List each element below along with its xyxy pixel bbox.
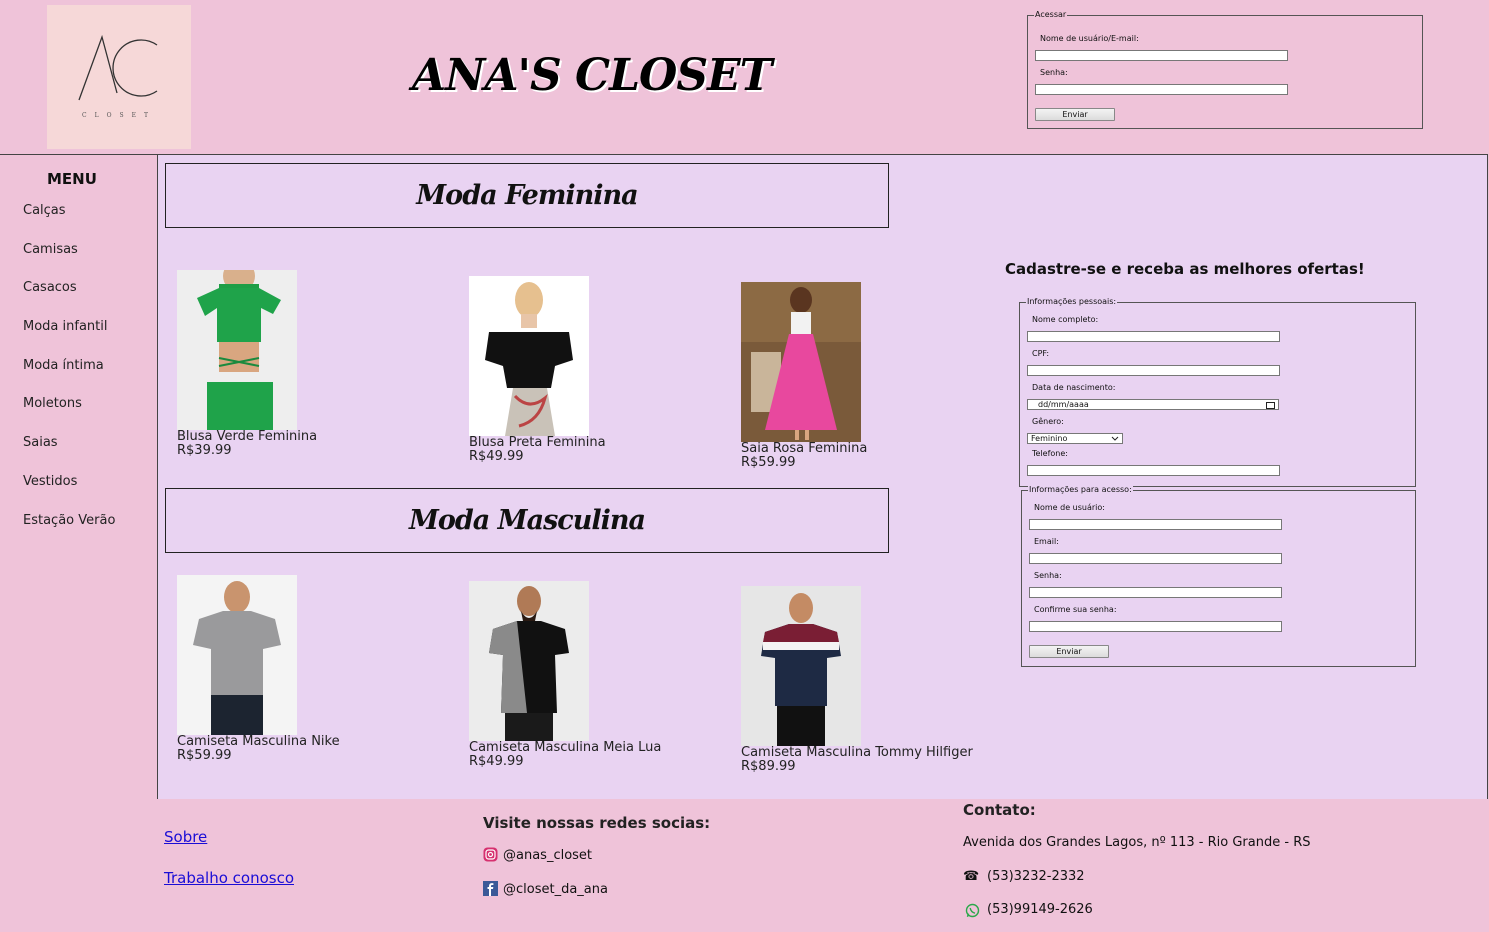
menu-item-moletons[interactable]: Moletons	[23, 396, 82, 411]
product-price: R$39.99	[177, 443, 232, 458]
login-username-input[interactable]	[1035, 50, 1288, 61]
gender-select[interactable]: Feminino	[1027, 433, 1123, 444]
main-content: MENU Calças Camisas Casacos Moda infanti…	[0, 154, 1488, 800]
cpf-label: CPF:	[1032, 349, 1050, 358]
menu-item-saias[interactable]: Saias	[23, 435, 58, 450]
logo: CLOSET	[47, 5, 191, 149]
product-card[interactable]: Blusa Verde Feminina R$39.99	[177, 270, 317, 458]
menu-item-moda-infantil[interactable]: Moda infantil	[23, 319, 107, 334]
product-card[interactable]: Blusa Preta Feminina R$49.99	[469, 276, 606, 464]
product-photo-pink-skirt[interactable]	[741, 282, 861, 442]
phone-label: Telefone:	[1032, 449, 1068, 458]
menu-title: MENU	[47, 170, 97, 188]
login-legend: Acessar	[1034, 10, 1068, 19]
contact-whatsapp: (53)99149-2626	[987, 902, 1093, 917]
phone-icon: ☎	[963, 869, 980, 884]
section-female: Moda Feminina	[165, 163, 889, 228]
about-link[interactable]: Sobre	[164, 828, 207, 846]
login-username-label: Nome de usuário/E-mail:	[1040, 34, 1139, 43]
signup-email-input[interactable]	[1029, 553, 1282, 564]
work-with-us-link[interactable]: Trabalho conosco	[164, 869, 294, 887]
product-photo-green-top[interactable]	[177, 270, 297, 430]
product-price: R$49.99	[469, 754, 524, 769]
facebook-handle[interactable]: @closet_da_ana	[503, 882, 608, 897]
gender-select-value: Feminino	[1031, 434, 1068, 443]
chevron-down-icon	[1111, 436, 1119, 441]
section-male: Moda Masculina	[165, 488, 889, 553]
contact-address: Avenida dos Grandes Lagos, nº 113 - Rio …	[963, 835, 1311, 850]
product-photo-half-moon-tshirt[interactable]	[469, 581, 589, 741]
signup-confirm-label: Confirme sua senha:	[1034, 605, 1117, 614]
product-name: Saia Rosa Feminina	[741, 441, 868, 456]
section-male-title: Moda Masculina	[409, 505, 646, 536]
login-password-label: Senha:	[1040, 68, 1068, 77]
gender-label: Gênero:	[1032, 417, 1064, 426]
instagram-icon[interactable]	[483, 847, 498, 862]
section-female-title: Moda Feminina	[416, 180, 638, 211]
calendar-icon[interactable]	[1266, 402, 1275, 409]
product-photo-grey-tshirt[interactable]	[177, 575, 297, 735]
birth-date-label: Data de nascimento:	[1032, 383, 1116, 392]
signup-username-input[interactable]	[1029, 519, 1282, 530]
product-photo-black-top[interactable]	[469, 276, 589, 436]
login-password-input[interactable]	[1035, 84, 1288, 95]
access-info-form: Informações para acesso: Nome de usuário…	[1021, 485, 1416, 667]
logo-mark: CLOSET	[78, 34, 158, 119]
cpf-input[interactable]	[1027, 365, 1280, 376]
instagram-handle[interactable]: @anas_closet	[503, 848, 592, 863]
product-card[interactable]: Camiseta Masculina Tommy Hilfiger R$89.9…	[741, 586, 973, 774]
full-name-label: Nome completo:	[1032, 315, 1099, 324]
signup-submit-button[interactable]: Enviar	[1029, 645, 1109, 658]
facebook-icon[interactable]	[483, 881, 498, 896]
menu-item-camisas[interactable]: Camisas	[23, 242, 78, 257]
product-card[interactable]: Camiseta Masculina Meia Lua R$49.99	[469, 581, 661, 769]
logo-text: CLOSET	[82, 112, 156, 119]
menu-item-casacos[interactable]: Casacos	[23, 280, 77, 295]
whatsapp-icon	[965, 903, 980, 918]
contact-phone: (53)3232-2332	[987, 869, 1085, 884]
signup-password-input[interactable]	[1029, 587, 1282, 598]
sidebar-menu: MENU Calças Camisas Casacos Moda infanti…	[0, 155, 158, 799]
product-price: R$59.99	[177, 748, 232, 763]
personal-info-form: Informações pessoais: Nome completo: CPF…	[1019, 297, 1416, 487]
product-price: R$59.99	[741, 455, 796, 470]
menu-item-estacao-verao[interactable]: Estação Verão	[23, 513, 115, 528]
phone-input[interactable]	[1027, 465, 1280, 476]
birth-date-input[interactable]: dd/mm/aaaa	[1027, 399, 1279, 410]
product-name: Camiseta Masculina Nike	[177, 734, 340, 749]
product-name: Camiseta Masculina Meia Lua	[469, 740, 662, 755]
product-price: R$89.99	[741, 759, 796, 774]
personal-info-legend: Informações pessoais:	[1026, 297, 1118, 306]
access-info-legend: Informações para acesso:	[1028, 485, 1133, 494]
product-price: R$49.99	[469, 449, 524, 464]
login-form: Acessar Nome de usuário/E-mail: Senha: E…	[1027, 10, 1423, 129]
login-submit-button[interactable]: Enviar	[1035, 108, 1115, 121]
product-photo-tommy-tshirt[interactable]	[741, 586, 861, 746]
footer: Sobre Trabalho conosco Visite nossas red…	[0, 799, 1489, 932]
full-name-input[interactable]	[1027, 331, 1280, 342]
site-title: ANA'S CLOSET	[412, 50, 772, 101]
product-card[interactable]: Camiseta Masculina Nike R$59.99	[177, 575, 340, 763]
product-name: Blusa Verde Feminina	[177, 429, 318, 444]
product-name: Camiseta Masculina Tommy Hilfiger	[741, 745, 973, 760]
birth-date-placeholder: dd/mm/aaaa	[1038, 400, 1089, 409]
contact-title: Contato:	[963, 801, 1036, 819]
signup-confirm-input[interactable]	[1029, 621, 1282, 632]
signup-email-label: Email:	[1034, 537, 1059, 546]
product-card[interactable]: Saia Rosa Feminina R$59.99	[741, 282, 867, 470]
menu-item-calcas[interactable]: Calças	[23, 203, 66, 218]
signup-username-label: Nome de usuário:	[1034, 503, 1105, 512]
signup-title: Cadastre-se e receba as melhores ofertas…	[1005, 260, 1365, 278]
social-title: Visite nossas redes socias:	[483, 814, 711, 832]
product-name: Blusa Preta Feminina	[469, 435, 606, 450]
signup-password-label: Senha:	[1034, 571, 1062, 580]
menu-item-moda-intima[interactable]: Moda íntima	[23, 358, 104, 373]
menu-item-vestidos[interactable]: Vestidos	[23, 474, 77, 489]
